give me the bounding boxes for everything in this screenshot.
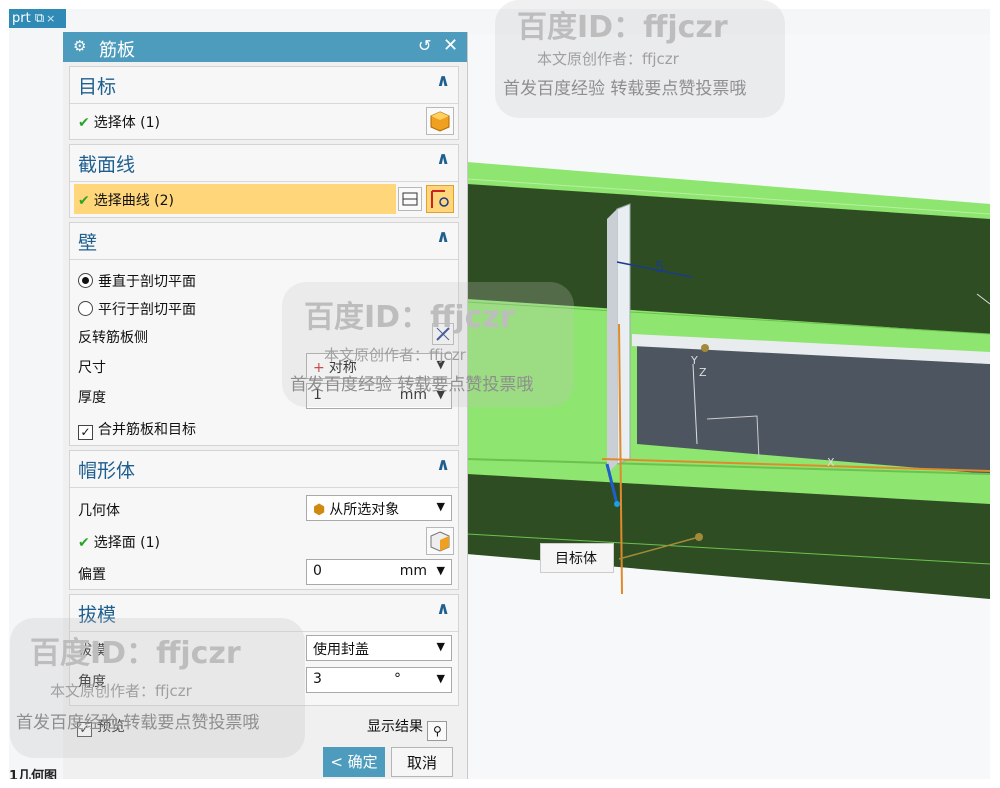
cube-icon: ⬢ [313, 502, 326, 518]
face-select-icon[interactable] [426, 527, 454, 555]
chevron-down-icon: ▼ [436, 564, 445, 577]
gear-icon: ⚙ [73, 37, 87, 55]
geometry-label: 几何体 [78, 503, 120, 519]
thickness-unit: mm [399, 387, 427, 403]
axis-z-label: Z [699, 366, 707, 379]
radio-perp-label: 垂直于剖切平面 [98, 274, 196, 290]
collapse-icon[interactable]: ∧ [436, 71, 450, 91]
graphics-viewport[interactable]: 5 Y Z X 目标体 [467, 34, 990, 779]
curve-select-icon[interactable] [426, 185, 454, 213]
size-label: 尺寸 [78, 360, 106, 376]
collapse-icon[interactable]: ∧ [436, 455, 450, 475]
angle-input[interactable]: 3 ° ▼ [306, 667, 452, 693]
offset-label: 偏置 [78, 567, 106, 583]
thickness-input[interactable]: 1 mm ▼ [306, 383, 452, 409]
checkbox-checked-icon: ✓ [78, 425, 93, 440]
group-draft: 拔模 ∧ 拔模 使用封盖 ▼ 角度 3 ° ▼ [69, 594, 459, 706]
size-select[interactable]: + 对称 ▼ [306, 353, 452, 379]
chevron-down-icon: ▼ [436, 358, 445, 371]
ok-label: < 确定 > [330, 753, 378, 771]
axis-x-label: X [827, 456, 835, 469]
close-icon[interactable]: ✕ [443, 35, 458, 56]
dialog-title: 筋板 [99, 40, 135, 61]
thickness-value: 1 [313, 387, 322, 403]
app-frame: prt ⧉ × 5 Y Z X 目标体 ⚙ 筋板 ↺ ✕ 目标 ∧ ✔ 选择体 … [9, 9, 990, 779]
check-icon: ✔ [78, 115, 90, 131]
select-face-row[interactable]: ✔ 选择面 (1) [78, 532, 160, 552]
select-body-label: 选择体 (1) [93, 115, 161, 131]
ok-button[interactable]: < 确定 > [323, 747, 385, 777]
show-result-button[interactable]: 显示结果 ⚲ [367, 716, 448, 741]
geometry-select[interactable]: ⬢ 从所选对象 ▼ [306, 495, 452, 521]
offset-input[interactable]: 0 mm ▼ [306, 559, 452, 585]
model-view [467, 162, 990, 599]
radio-off-icon [78, 301, 93, 316]
file-tab-label: prt [12, 11, 31, 26]
dialog-title-bar[interactable]: ⚙ 筋板 ↺ ✕ [63, 32, 467, 62]
collapse-icon[interactable]: ∧ [436, 149, 450, 169]
preview-label: 预览 [97, 719, 125, 735]
merge-checkbox[interactable]: ✓ 合并筋板和目标 [78, 419, 196, 440]
radio-parallel[interactable]: 平行于剖切平面 [78, 299, 196, 319]
tab-close-icon[interactable]: × [46, 12, 55, 25]
rib-dialog: ⚙ 筋板 ↺ ✕ 目标 ∧ ✔选择体 (1) 截面线 ∧ ✔选择曲线 (2) [63, 32, 468, 779]
check-icon: ✔ [78, 535, 90, 551]
collapse-icon[interactable]: ∧ [436, 599, 450, 619]
angle-unit: ° [394, 671, 401, 687]
reset-icon[interactable]: ↺ [418, 36, 431, 55]
offset-unit: mm [399, 563, 427, 579]
radio-on-icon [78, 273, 93, 288]
sketch-section-icon[interactable] [398, 187, 422, 211]
chevron-down-icon: ▼ [436, 500, 445, 513]
show-result-label: 显示结果 [367, 719, 423, 735]
chevron-down-icon: ▼ [436, 672, 445, 685]
checkbox-checked-icon: ✓ [77, 722, 92, 737]
collapse-icon[interactable]: ∧ [436, 227, 450, 247]
group-target-header[interactable]: 目标 [78, 72, 116, 99]
merge-label: 合并筋板和目标 [98, 422, 196, 438]
angle-label: 角度 [78, 674, 106, 690]
check-icon: ✔ [78, 193, 90, 209]
select-curve-row[interactable]: ✔ 选择曲线 (2) [78, 190, 174, 210]
target-body-tag[interactable]: 目标体 [540, 543, 614, 573]
radio-perpendicular[interactable]: 垂直于剖切平面 [78, 271, 196, 291]
select-face-label: 选择面 (1) [93, 535, 161, 551]
radio-parallel-label: 平行于剖切平面 [98, 302, 196, 318]
group-wall: 壁 ∧ 垂直于剖切平面 平行于剖切平面 反转筋板侧 尺寸 + 对称 ▼ 厚度 1 … [69, 222, 459, 446]
draft-select[interactable]: 使用封盖 ▼ [306, 635, 452, 661]
draft-label: 拔模 [78, 643, 106, 659]
plus-icon: + [313, 360, 325, 376]
group-cap: 帽形体 ∧ 几何体 ⬢ 从所选对象 ▼ ✔ 选择面 (1) 偏置 0 mm ▼ [69, 450, 459, 590]
angle-value: 3 [313, 671, 322, 687]
magnifier-icon: ⚲ [427, 721, 448, 741]
axis-y-label: Y [691, 354, 698, 367]
target-body-tag-label: 目标体 [555, 551, 597, 567]
geometry-value: 从所选对象 [329, 502, 400, 518]
group-cap-header[interactable]: 帽形体 [78, 456, 135, 483]
dimension-label[interactable]: 5 [655, 258, 665, 276]
file-tab[interactable]: prt ⧉ × [9, 9, 66, 28]
draft-value: 使用封盖 [313, 642, 369, 658]
cancel-button[interactable]: 取消 [391, 747, 453, 777]
cancel-label: 取消 [406, 754, 437, 772]
group-section-line: 截面线 ∧ ✔ 选择曲线 (2) [69, 144, 459, 218]
size-value: 对称 [328, 360, 357, 376]
group-target: 目标 ∧ ✔ 选择体 (1) [69, 66, 459, 140]
group-wall-header[interactable]: 壁 [78, 228, 97, 255]
offset-value: 0 [313, 563, 322, 579]
chevron-down-icon: ▼ [436, 640, 445, 653]
group-draft-header[interactable]: 拔模 [78, 600, 116, 627]
chevron-down-icon: ▼ [436, 388, 445, 401]
select-body-row[interactable]: ✔ 选择体 (1) [78, 112, 160, 132]
bottom-left-nav-label: 1几何图 [9, 769, 58, 779]
select-curve-label: 选择曲线 (2) [93, 193, 175, 209]
solid-body-icon[interactable] [426, 107, 454, 135]
preview-checkbox[interactable]: ✓ 预览 [77, 716, 125, 737]
reverse-direction-icon[interactable] [432, 323, 454, 345]
reverse-side-label: 反转筋板侧 [78, 330, 148, 346]
group-section-header[interactable]: 截面线 [78, 150, 135, 177]
pin-icon: ⧉ [34, 11, 45, 26]
rib-side [607, 209, 617, 474]
thickness-label: 厚度 [78, 390, 106, 406]
